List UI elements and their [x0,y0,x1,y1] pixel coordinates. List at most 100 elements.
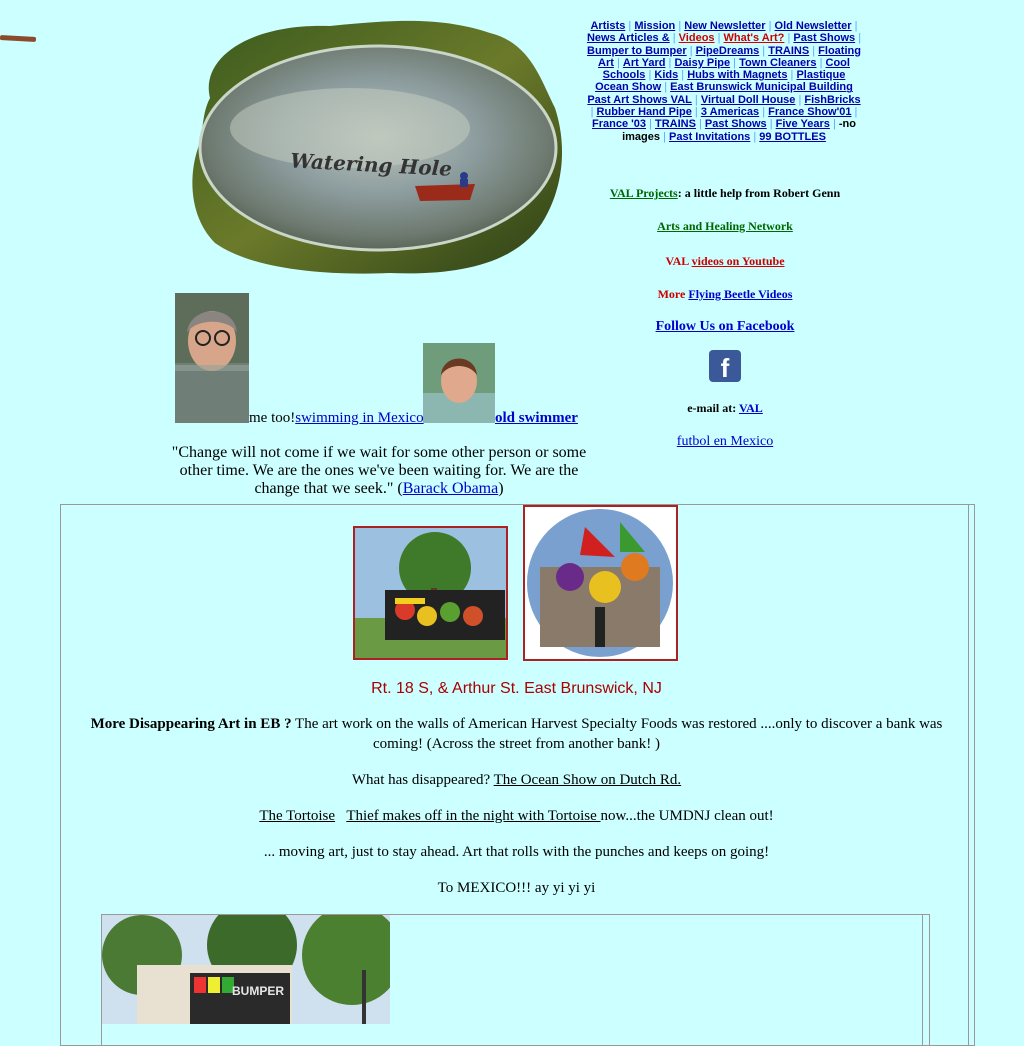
mural-thumbnail-1[interactable] [353,526,508,660]
mexico-text: To MEXICO!!! ay yi yi yi [437,880,596,896]
nav-link-22[interactable]: FishBricks [804,94,860,106]
decorative-stick [0,35,37,42]
nav-link-25[interactable]: France Show'01 [768,106,851,118]
disappearing-art-heading: More Disappearing Art in EB ? [90,716,292,732]
nav-link-24[interactable]: 3 Americas [701,106,759,118]
nav-separator: | [750,130,760,143]
nav-link-9[interactable]: Bumper to Bumper [587,45,687,57]
nav-link-7[interactable]: What's Art? [724,32,785,44]
past-invitations-link[interactable]: Past Invitations [669,131,750,143]
nav-separator: | [691,93,701,106]
paragraph-moving-art: ... moving art, just to stay ahead. Art … [74,842,959,862]
mural-thumbnail-2[interactable] [523,505,678,661]
nav-separator: | [675,20,685,32]
99-bottles-link[interactable]: 99 BOTTLES [759,131,826,143]
paragraph-tortoise: The Tortoise Thief makes off in the nigh… [74,806,959,826]
nav-link-4[interactable]: Old Newsletter [775,20,852,32]
nav-separator: | [695,118,705,131]
arts-healing-link[interactable]: Arts and Healing Network [657,219,793,233]
top-navigation: Artists | Mission | New Newsletter | Old… [585,20,863,143]
swimmer-photo-1 [175,293,249,423]
val-projects-text: : a little help from Robert Genn [677,186,841,200]
nav-link-11[interactable]: TRAINS [768,45,809,57]
swimmer-photo-2 [423,343,495,423]
facebook-icon[interactable]: f [709,350,741,382]
nav-separator: | [816,56,826,69]
disappearing-art-text: The art work on the walls of American Ha… [291,716,943,752]
nav-separator: | [714,32,724,45]
nav-link-5[interactable]: News Articles & [587,32,670,44]
nav-link-27[interactable]: TRAINS [655,118,696,130]
nav-link-15[interactable]: Town Cleaners [739,57,816,69]
nav-link-26[interactable]: France '03 [592,118,646,130]
nav-link-3[interactable]: New Newsletter [684,20,765,32]
paragraph-mexico: To MEXICO!!! ay yi yi yi [74,878,959,898]
location-caption: Rt. 18 S, & Arthur St. East Brunswick, N… [371,680,662,697]
nav-link-18[interactable]: Hubs with Magnets [687,69,787,81]
swimming-line: me too!swimming in Mexico [249,410,424,427]
tortoise-link[interactable]: The Tortoise [259,808,335,824]
old-swimmer-link[interactable]: old swimmer [495,410,578,426]
nav-separator: | [678,69,688,82]
nav-separator: | [851,20,858,32]
nav-separator: | [829,118,839,131]
nav-link-23[interactable]: Rubber Hand Pipe [597,106,692,118]
futbol-link[interactable]: futbol en Mexico [677,434,773,449]
nav-separator: | [855,32,862,45]
quote-close: ) [498,480,504,497]
paragraph-disappearing-art: More Disappearing Art in EB ? The art wo… [74,714,959,754]
ocean-show-link[interactable]: The Ocean Show on Dutch Rd. [494,772,681,788]
nav-link-10[interactable]: PipeDreams [696,45,760,57]
paragraph-what-disappeared: What has disappeared? The Ocean Show on … [74,770,959,790]
futbol-row: futbol en Mexico [590,434,860,450]
thief-tortoise-link[interactable]: Thief makes off in the night with Tortoi… [346,808,600,824]
quote-text: "Change will not come if we wait for som… [171,444,587,497]
nav-link-2[interactable]: Mission [634,20,675,32]
val-prefix: VAL [665,254,692,268]
email-prefix: e-mail at: [687,401,739,415]
flying-beetle-row: More Flying Beetle Videos [590,287,860,302]
what-disappeared-text: What has disappeared? [351,772,494,788]
flying-beetle-link[interactable]: Flying Beetle Videos [688,287,792,301]
nav-separator: | [766,118,776,131]
nav-link-14[interactable]: Daisy Pipe [674,57,730,69]
nav-link-8[interactable]: Past Shows [793,32,855,44]
nav-separator: | [730,56,740,69]
nav-separator: | [759,44,769,57]
arts-healing-row: Arts and Healing Network [590,219,860,234]
more-prefix: More [657,287,689,301]
nav-link-1[interactable]: Artists [590,20,625,32]
truck-sign-text: BUMPER [232,984,284,998]
email-link[interactable]: VAL [739,401,763,415]
nav-link-29[interactable]: Five Years [776,118,830,130]
val-projects-link[interactable]: VAL Projects [610,186,678,200]
nav-link-28[interactable]: Past Shows [705,118,767,130]
nav-link-21[interactable]: Virtual Doll House [701,94,796,106]
nav-link-13[interactable]: Art Yard [623,57,666,69]
nav-separator: | [661,81,671,94]
nav-separator: | [625,20,635,32]
nav-separator: | [759,106,769,119]
nav-separator: | [660,130,669,143]
nav-separator: | [851,106,858,119]
youtube-videos-link[interactable]: videos on Youtube [692,254,785,268]
val-projects-row: VAL Projects: a little help from Robert … [590,186,860,201]
nav-link-17[interactable]: Kids [654,69,678,81]
nav-link-6[interactable]: Videos [679,32,715,44]
follow-facebook-link[interactable]: Follow Us on Facebook [656,319,795,334]
nav-separator: | [646,118,655,131]
swimming-in-mexico-link[interactable]: swimming in Mexico [295,410,423,426]
email-row: e-mail at: VAL [590,401,860,416]
umdnj-text: now...the UMDNJ clean out! [600,808,774,824]
old-swimmer-row: old swimmer [495,410,578,427]
art-truck-photo[interactable]: BUMPER [102,915,390,1024]
nav-separator: | [809,44,819,57]
facebook-row: Follow Us on Facebook [590,319,860,335]
nav-separator: | [691,106,701,119]
obama-quote: "Change will not come if we wait for som… [170,444,588,498]
watering-hole-logo[interactable]: Watering Hole [190,18,566,278]
me-too-text: me too! [249,410,296,426]
nav-separator: | [613,56,623,69]
barack-obama-link[interactable]: Barack Obama [403,480,499,497]
moving-art-text: ... moving art, just to stay ahead. Art … [263,844,770,860]
